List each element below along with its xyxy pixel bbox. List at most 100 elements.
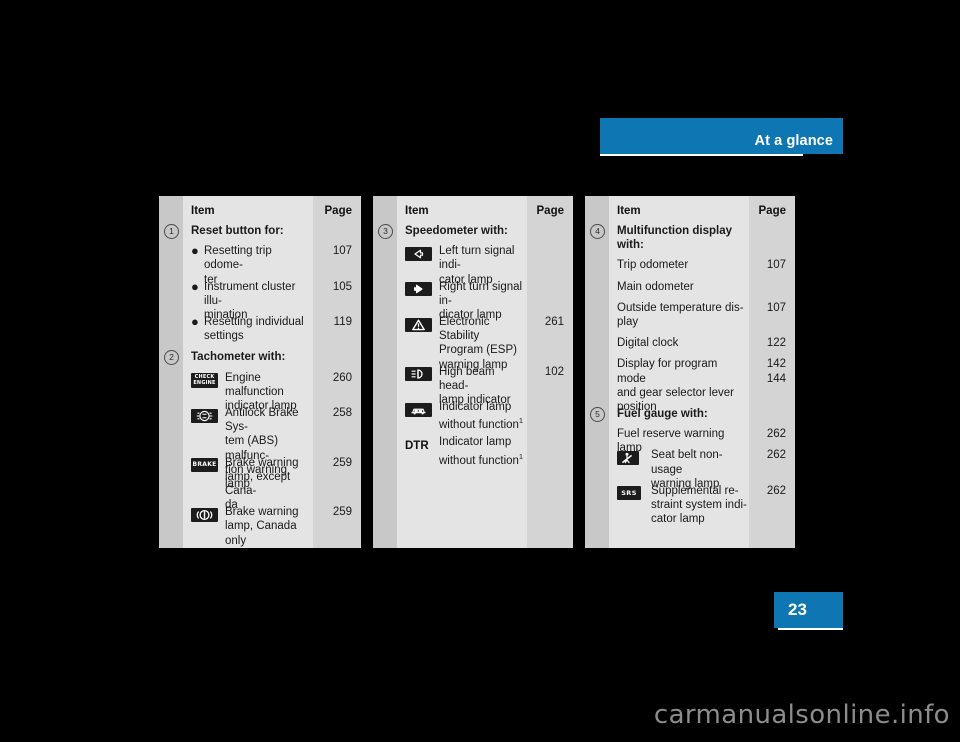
row-label: Main odometer: [617, 280, 694, 293]
row-page-number: [527, 397, 573, 432]
column-3-header-page: Page: [758, 205, 787, 217]
row-label: Trip odometer: [617, 259, 689, 272]
table-row: Display for program mode and gear selecto…: [609, 354, 749, 413]
high-beam-icon: [405, 367, 432, 382]
column-3: 4 5 Item Multifunction display with: Trip odo…: [585, 196, 795, 548]
table-row: Outside temperature dis-play: [609, 298, 749, 333]
row-page-number: 262: [766, 484, 786, 497]
column-1-header-item: Item: [191, 205, 215, 217]
check-engine-icon: CHECK ENGINE: [191, 372, 218, 388]
row-page-number: 258: [332, 406, 352, 419]
table-row: Seat belt non-usage warning lamp: [609, 445, 749, 490]
table-row: Right turn signal in-dicator lamp: [397, 277, 527, 321]
table-row: ● Instrument cluster illu-mination: [183, 277, 313, 321]
table-row: Main odometer: [609, 277, 749, 298]
row-icon-cell: [405, 400, 439, 432]
column-3-page-column: Page 107 107 122 142 144 262 262 262: [749, 196, 795, 548]
table-row: Fuel reserve warning lamp: [609, 424, 749, 454]
page-number: 23: [788, 600, 807, 619]
column-1-group-marker-1: 1: [164, 224, 179, 239]
column-1: 1 2 Item Reset button for: ● Resetting trip o…: [159, 196, 361, 548]
column-1-item-column: Item Reset button for: ● Resetting trip odo…: [183, 196, 313, 548]
table-row: Left turn signal indi-cator lamp: [397, 241, 527, 286]
table-row: Brake warning lamp, Canada only: [183, 502, 313, 547]
header-underline-rule: [600, 154, 803, 156]
table-row: Digital clock: [609, 333, 749, 354]
table-row: SRS Supplemental re-straint system indi-c…: [609, 481, 749, 531]
row-page-number: [527, 432, 573, 467]
row-label: Display for program mode and gear selecto…: [617, 358, 734, 413]
row-page-number: 260: [332, 371, 352, 384]
footnote-marker: 1: [518, 416, 524, 426]
row-page-number: [527, 241, 573, 276]
row-page-number: 102: [544, 365, 564, 378]
table-row: ● Resetting individual settings: [183, 312, 313, 347]
row-label: Indicator lamp without function1: [439, 400, 524, 431]
column-2-page-column: Page 261 102: [527, 196, 573, 548]
row-page-number: [527, 277, 573, 312]
column-3-item-column: Item Multifunction display with: Trip odome…: [609, 196, 749, 548]
column-1-marker-column: 12: [159, 196, 183, 548]
row-page-number: 122: [766, 337, 786, 350]
seat-belt-icon: [617, 451, 639, 466]
column-1-group-title: Reset button for:: [191, 225, 284, 237]
row-label: Outside temperature dis-play: [617, 301, 744, 328]
row-page-number: 119: [333, 315, 352, 328]
row-page-number: [749, 277, 795, 298]
row-label: Brake warning lamp, Canada only: [225, 506, 299, 547]
abs-icon: [191, 408, 218, 423]
row-page-number: 107: [332, 245, 352, 258]
page-number-tab: 23: [774, 592, 843, 628]
column-3-header-item: Item: [617, 205, 641, 217]
table-row: Electronic Stability Program (ESP) warning…: [397, 312, 527, 371]
column-3-group-marker-4: 4: [590, 224, 605, 239]
car-indicator-icon: [405, 402, 432, 417]
row-page-number: 105: [332, 280, 352, 293]
left-turn-signal-icon: [405, 246, 432, 261]
row-icon-cell: DTR: [405, 435, 439, 467]
table-row: ● Resetting trip odome-ter: [183, 241, 313, 286]
column-2-item-column: Item Speedometer with: Left turn signal in…: [397, 196, 527, 548]
table-row: Antilock Brake Sys-tem (ABS) malfunc-tio…: [183, 403, 313, 490]
column-2-group-title: Speedometer with:: [405, 225, 508, 237]
row-page-number: 259: [332, 456, 352, 469]
section-header-title: At a glance: [754, 133, 833, 149]
specification-tables: 1 2 Item Reset button for: ● Resetting trip o…: [159, 196, 795, 548]
esp-warning-icon: [405, 317, 432, 332]
column-1-group-marker-2: 2: [164, 350, 179, 366]
column-1-header-page: Page: [324, 205, 353, 217]
column-3-group-marker-5: 5: [590, 406, 605, 422]
bullet-icon: ●: [191, 313, 199, 329]
right-turn-signal-icon: [405, 282, 432, 297]
row-page-number: 259: [332, 506, 352, 519]
table-row: CHECK ENGINE Engine malfunction indicator l…: [183, 368, 313, 412]
section-header-bar: At a glance: [600, 118, 843, 154]
table-row: Indicator lamp without function1: [397, 397, 527, 432]
srs-icon: SRS: [617, 486, 641, 501]
brake-icon: BRAKE: [191, 458, 218, 473]
column-2-group-marker-3: 3: [378, 224, 393, 239]
row-label: Supplemental re-straint system indi-cato…: [651, 484, 747, 526]
row-page-number: 261: [544, 315, 564, 328]
column-2: 3 Item Speedometer with: Left turn signal i…: [373, 196, 573, 548]
brake-canada-icon: [191, 507, 218, 522]
table-row: High beam head-lamp indicator: [397, 362, 527, 406]
table-row: DTR Indicator lamp without function1: [397, 432, 527, 467]
column-2-header-page: Page: [536, 205, 565, 217]
watermark: carmanualsonline.info: [653, 700, 950, 730]
row-label: Digital clock: [617, 337, 679, 350]
table-row: BRAKE Brake warning lamp, except Cana-da: [183, 453, 313, 511]
column-2-header-item: Item: [405, 205, 429, 217]
row-page-number: 262: [766, 449, 786, 462]
row-icon-cell: SRS: [617, 484, 651, 527]
column-3-marker-column: 45: [585, 196, 609, 548]
column-2-marker-column: 3: [373, 196, 397, 548]
table-row: Trip odometer: [609, 255, 749, 276]
column-1-page-column: Page 107 105 119 260 258 259 259: [313, 196, 361, 548]
row-page-number: 107: [766, 259, 786, 272]
dtr-text-icon: DTR: [405, 440, 429, 453]
row-icon-cell: [191, 505, 225, 548]
row-page-number: 107: [766, 301, 786, 314]
footnote-marker: 1: [518, 451, 524, 461]
row-label: Resetting individual settings: [204, 315, 304, 343]
